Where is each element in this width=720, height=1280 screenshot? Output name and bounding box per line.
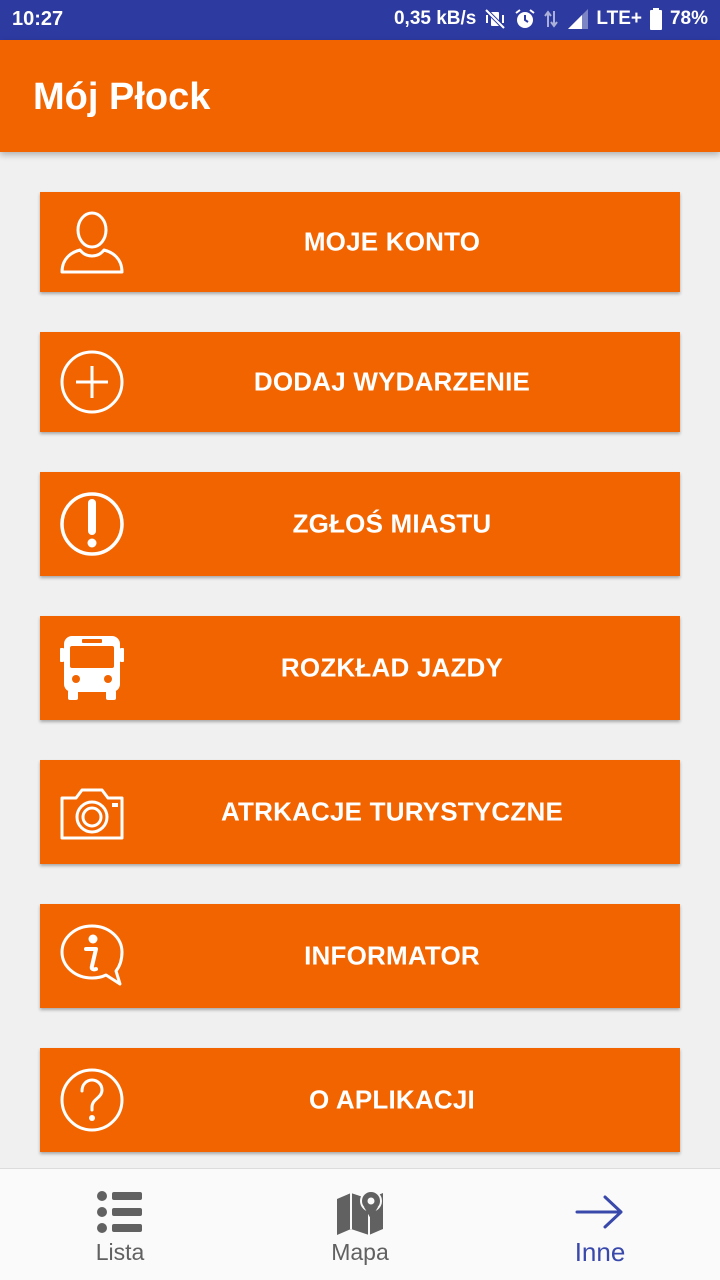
network-speed: 0,35 kB/s — [393, 8, 477, 29]
network-type: LTE+ — [596, 8, 642, 29]
signal-icon — [566, 9, 589, 29]
nav-label: Inne — [574, 1237, 626, 1267]
battery-level: 78% — [669, 8, 708, 29]
add-event-button[interactable]: DODAJ WYDARZENIE — [40, 332, 680, 432]
data-transfer-icon — [544, 9, 559, 29]
menu-label: MOJE KONTO — [303, 226, 481, 257]
nav-tab-map[interactable]: Mapa — [240, 1169, 480, 1280]
tourist-attractions-button[interactable]: ATRKACJE TURYSTYCZNE — [40, 760, 680, 864]
menu-label: ROZKŁAD JAZDY — [280, 652, 504, 683]
about-app-button[interactable]: O APLIKACJI — [40, 1048, 680, 1152]
app-bar: Mój Płock — [0, 40, 720, 152]
status-bar: 10:27 0,35 kB/s LTE+ 78% — [0, 0, 720, 40]
menu-label: O APLIKACJI — [309, 1084, 475, 1115]
menu-label: INFORMATOR — [304, 940, 480, 971]
menu-label: ZGŁOŚ MIASTU — [292, 508, 492, 539]
alarm-icon — [514, 8, 536, 30]
status-indicators: 0,35 kB/s LTE+ 78% — [394, 8, 708, 30]
page-title: Mój Płock — [33, 76, 211, 118]
nav-label: Mapa — [331, 1239, 389, 1265]
battery-icon — [649, 8, 662, 30]
nav-label: Lista — [95, 1239, 145, 1265]
timetable-button[interactable]: ROZKŁAD JAZDY — [40, 616, 680, 720]
informator-button[interactable]: INFORMATOR — [40, 904, 680, 1008]
map-icon — [333, 1189, 387, 1235]
bottom-navigation: Lista Mapa Inne — [0, 1168, 720, 1280]
vibrate-off-icon — [484, 9, 506, 29]
list-icon — [93, 1189, 147, 1235]
status-time: 10:27 — [12, 8, 64, 30]
report-to-city-button[interactable]: ZGŁOŚ MIASTU — [40, 472, 680, 576]
my-account-button[interactable]: MOJE KONTO — [40, 192, 680, 292]
nav-tab-other[interactable]: Inne — [480, 1169, 720, 1280]
nav-tab-list[interactable]: Lista — [0, 1169, 240, 1280]
menu-label: ATRKACJE TURYSTYCZNE — [220, 796, 563, 827]
arrow-right-icon — [573, 1189, 627, 1235]
menu-label: DODAJ WYDARZENIE — [253, 366, 531, 397]
